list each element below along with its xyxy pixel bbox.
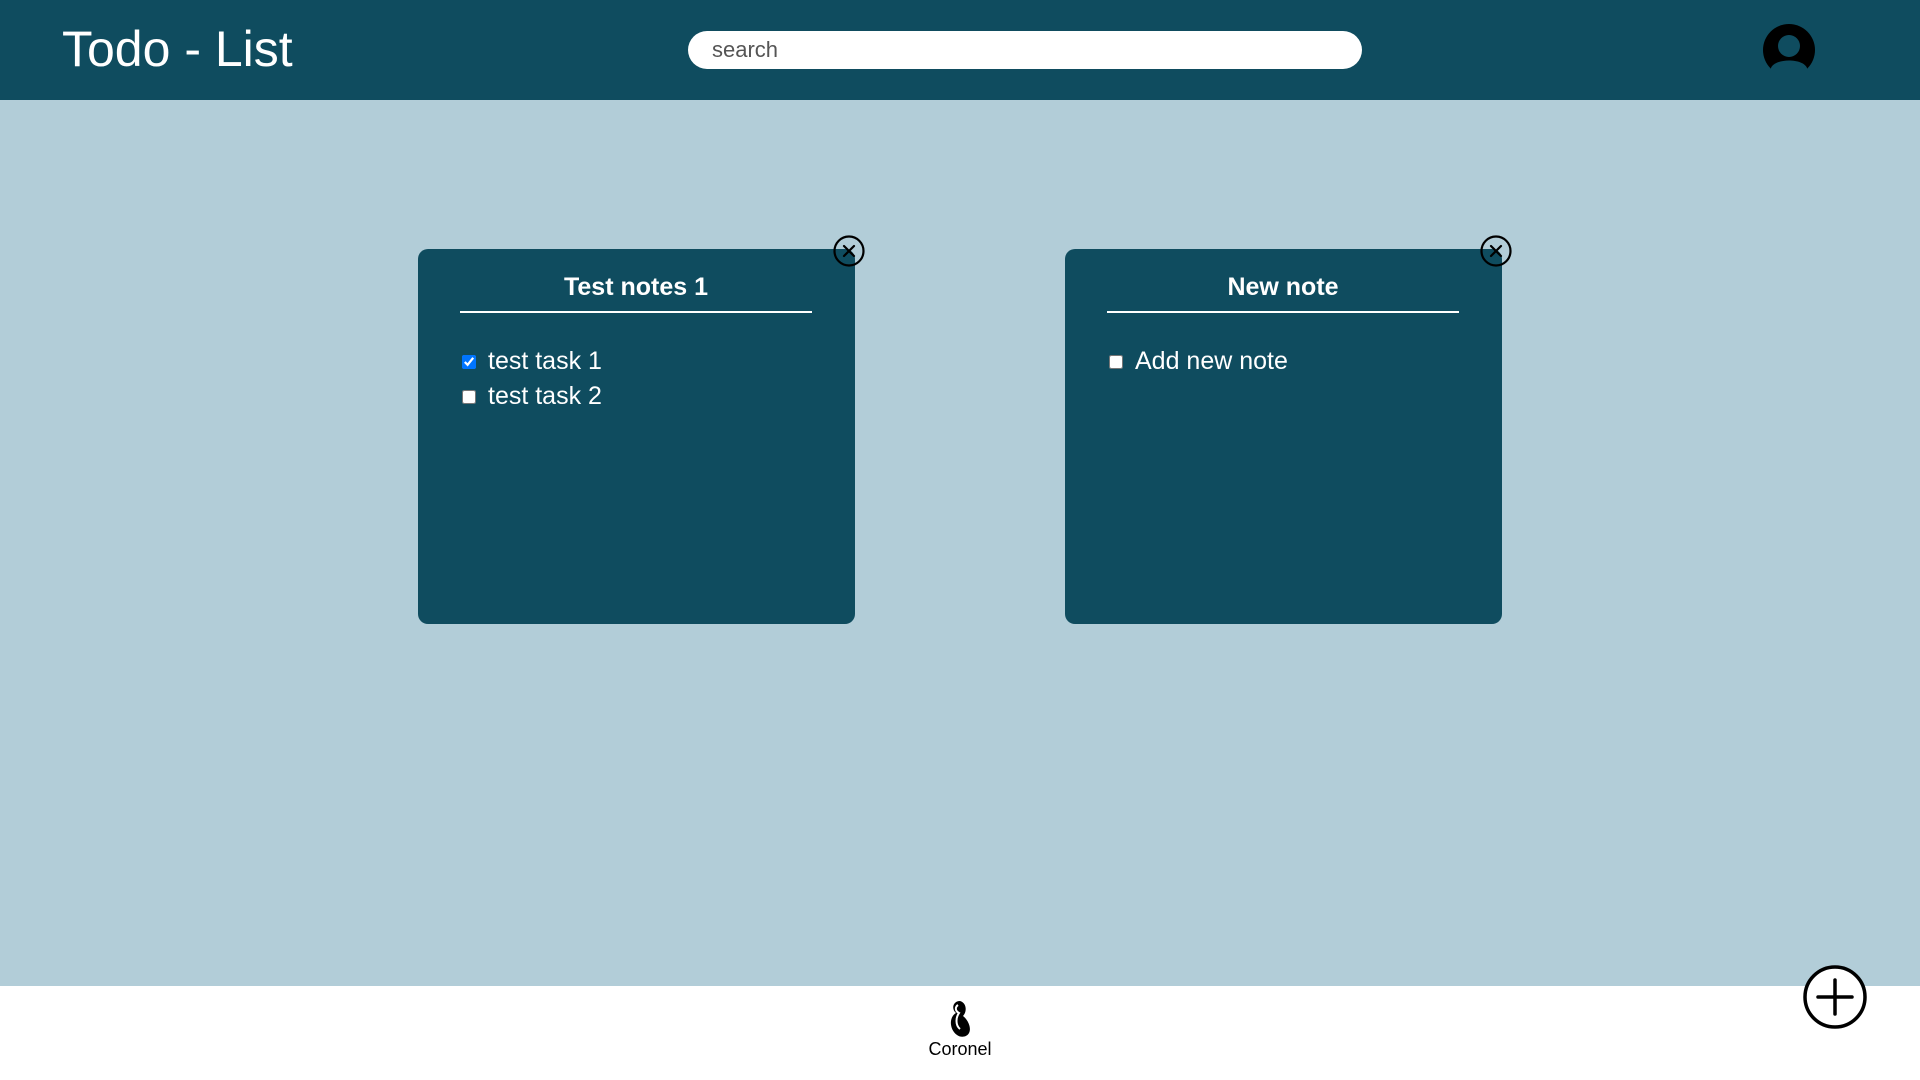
task-label[interactable]: test task 1 [488,347,602,376]
note-title[interactable]: Test notes 1 [460,269,812,313]
close-note-icon[interactable] [1480,235,1512,267]
note-card: New note Add new note [1065,249,1502,624]
task-label[interactable]: Add new note [1135,347,1288,376]
coronel-logo-icon [950,1001,970,1037]
notes-board: Test notes 1 test task 1 test task 2 New… [0,100,1920,986]
note-card: Test notes 1 test task 1 test task 2 [418,249,855,624]
app-footer: Coronel [0,986,1920,1080]
app-header: Todo - List [0,0,1920,100]
task-item: test task 1 [462,344,602,379]
brand-name: Coronel [928,1039,992,1059]
close-note-icon[interactable] [833,235,865,267]
app-title: Todo - List [62,21,293,77]
task-checkbox[interactable] [1109,354,1123,369]
search-bar[interactable] [688,31,1362,69]
task-checkbox[interactable] [462,389,476,404]
note-title[interactable]: New note [1107,269,1459,313]
task-label[interactable]: test task 2 [488,382,602,411]
task-item: test task 2 [462,379,602,414]
task-list: test task 1 test task 2 [462,344,602,414]
task-checkbox[interactable] [462,354,476,369]
task-list: Add new note [1109,344,1288,379]
user-avatar-icon[interactable] [1757,24,1821,76]
task-item: Add new note [1109,344,1288,379]
add-note-icon[interactable] [1802,964,1868,1030]
search-input[interactable] [712,31,1342,69]
